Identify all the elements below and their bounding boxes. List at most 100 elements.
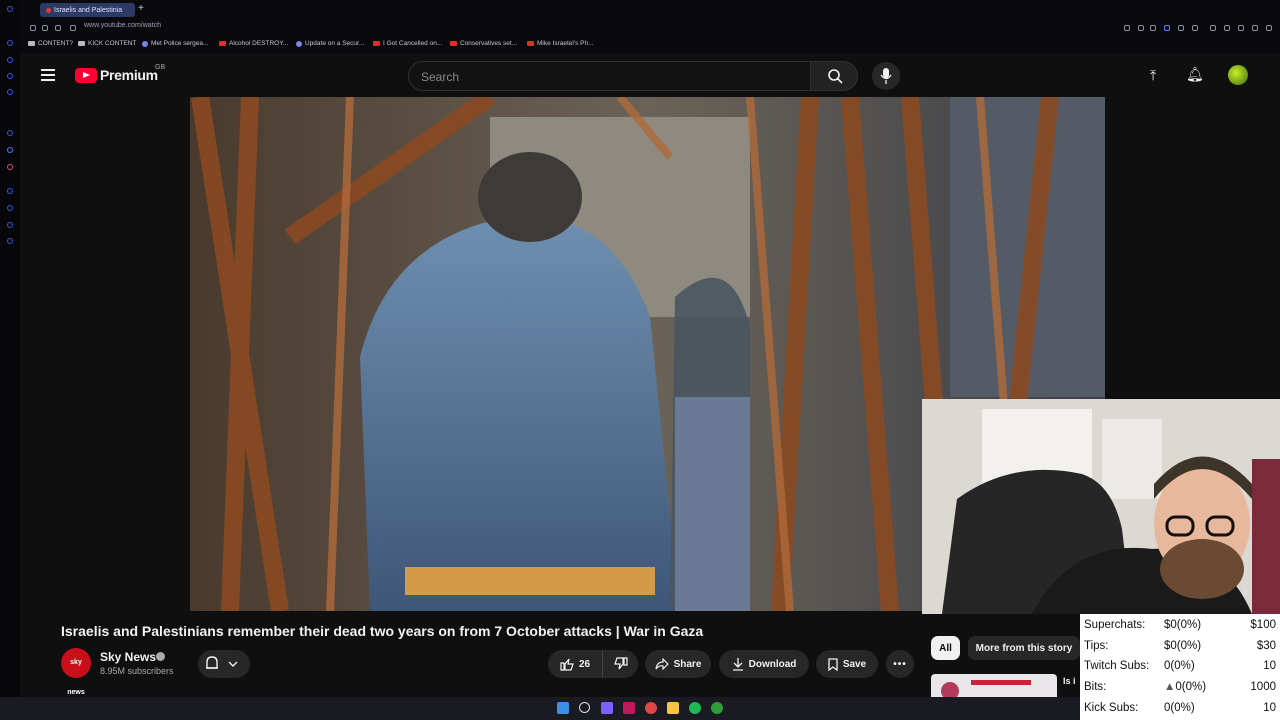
browser-tab[interactable]: Israelis and Palestinia [40,3,135,17]
notifications-bell-icon[interactable]: 🔔︎ [1186,66,1204,83]
youtube-icon [219,41,226,46]
search-button[interactable] [810,61,858,91]
youtube-logo-icon[interactable] [75,68,97,83]
browser-sidebar [0,0,20,720]
tab-title: Israelis and Palestinia [54,6,123,14]
search-icon [828,69,843,84]
stats-row-superchats: Superchats: $0(0%) $100 [1084,619,1276,631]
history-icon[interactable] [1224,25,1230,31]
user-avatar[interactable] [1228,65,1248,85]
chip-more-from-story[interactable]: More from this story [968,636,1080,660]
channel-name[interactable]: Sky News [100,650,156,664]
wallet-icon[interactable] [1238,25,1244,31]
bookmark-item[interactable]: CONTENT? [28,40,73,47]
download-button[interactable]: Download [719,650,809,678]
shield-icon[interactable] [1164,25,1170,31]
thumbs-down-icon [613,657,628,670]
settings-icon[interactable] [7,238,13,244]
download-icon[interactable] [1252,25,1258,31]
like-count: 26 [578,658,591,670]
menu-icon[interactable] [1266,25,1272,31]
more-actions-button[interactable]: ••• [886,650,914,678]
download-icon [732,657,743,671]
sidebar-icon-7[interactable] [7,205,13,211]
sidebar-icon-4[interactable] [7,89,13,95]
folder-icon [28,41,35,46]
sidebar-icon-2[interactable] [7,57,13,63]
instagram-icon[interactable] [7,164,13,170]
speaker-icon[interactable] [1210,25,1216,31]
heart-icon[interactable] [1192,25,1198,31]
bookmark-icon[interactable] [1150,25,1156,31]
tab-strip [20,0,1280,19]
logo-text[interactable]: Premium [100,67,158,83]
bookmark-item[interactable]: Update on a Secur... [296,40,364,47]
sidebar-icon-1[interactable] [7,40,13,46]
bookmark-icon [828,657,838,671]
save-button[interactable]: Save [816,650,878,678]
play-icon[interactable] [1178,25,1184,31]
url-text[interactable]: www.youtube.com/watch [84,22,161,29]
thumbnail-banner [971,680,1031,685]
region-code: GB [155,64,166,71]
site-icon [296,40,302,47]
webcam-feed [922,399,1280,614]
bookmark-item[interactable]: I Got Cancelled on... [373,40,442,47]
microphone-icon [880,68,892,84]
back-icon[interactable] [30,25,36,31]
bookmarks-bar [20,37,1280,53]
spotify-icon[interactable] [689,702,701,714]
lock-icon [70,25,76,31]
dislike-button[interactable] [602,650,638,678]
stats-row-twitch-subs: Twitch Subs: 0(0%) 10 [1084,660,1276,672]
bits-icon: ▲ [1164,681,1176,693]
video-title: Israelis and Palestinians remember their… [61,623,704,639]
sidebar-icon-3[interactable] [7,73,13,79]
messenger-icon[interactable] [7,147,13,153]
reload-icon[interactable] [55,25,61,31]
share-button[interactable]: Share [645,650,711,678]
chip-all[interactable]: All [931,636,960,660]
thumbs-up-icon [560,658,574,671]
bookmark-item[interactable]: Met Police sergea... [142,40,208,47]
address-bar[interactable] [20,19,1280,37]
browser-logo-icon [7,6,13,12]
forward-icon[interactable] [42,25,48,31]
bookmark-item[interactable]: Mike Israetel's Ph... [527,40,594,47]
channel-avatar[interactable]: sky news [61,648,91,696]
zoom-icon[interactable] [1124,25,1130,31]
youtube-icon [450,41,457,46]
windows-start-icon[interactable] [557,702,569,714]
bookmark-item[interactable]: KICK CONTENT [78,40,136,47]
subscriber-count: 8.95M subscribers [100,666,174,676]
extension-icon[interactable] [1138,25,1144,31]
taskbar [0,697,1080,720]
browser-taskbar-icon[interactable] [623,702,635,714]
upload-icon[interactable]: ⤒ [1150,67,1156,84]
verified-badge-icon [156,652,165,661]
sidebar-icon-8[interactable] [7,222,13,228]
like-button[interactable]: 26 [548,650,602,678]
webcam-overlay [922,399,1280,614]
youtube-favicon-icon [46,7,51,13]
app-taskbar-icon[interactable] [645,702,657,714]
stats-row-bits: Bits: ▲0(0%) 1000 [1084,681,1276,693]
folder-icon [78,41,85,46]
bell-chevron-icon [206,656,238,669]
hamburger-menu-icon[interactable] [41,69,55,84]
search-taskbar-icon[interactable] [579,702,590,713]
new-tab-button[interactable]: + [138,3,144,14]
bookmark-item[interactable]: Alcohol DESTROY... [219,40,288,47]
voice-search-button[interactable] [872,62,900,90]
discord-icon[interactable] [601,702,613,714]
xbox-icon[interactable] [711,702,723,714]
sidebar-icon-6[interactable] [7,188,13,194]
search-input[interactable]: Search [408,61,811,91]
sidebar-icon-5[interactable] [7,130,13,136]
stats-row-tips: Tips: $0(0%) $30 [1084,640,1276,652]
bookmark-item[interactable]: Conservatives set... [450,40,517,47]
file-explorer-icon[interactable] [667,702,679,714]
subscribed-notifications-button[interactable] [198,650,250,678]
share-icon [654,658,669,670]
recommended-video-title[interactable]: Is i [1063,676,1076,686]
